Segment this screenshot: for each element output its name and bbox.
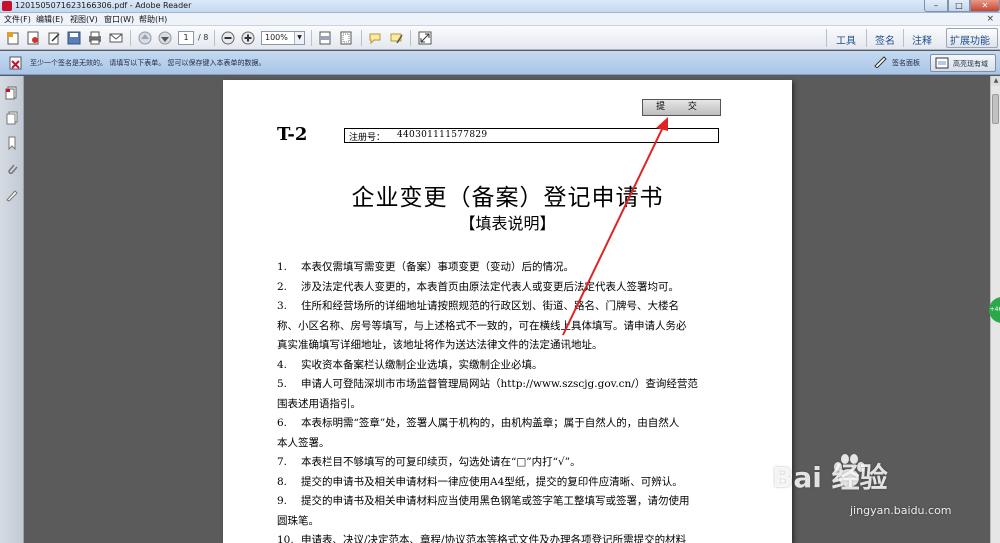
zoom-out-icon[interactable] [221, 31, 235, 45]
email-icon[interactable] [109, 31, 123, 45]
page-total: / 8 [198, 33, 209, 42]
highlight-fields-button[interactable]: 高亮现有域 [930, 54, 996, 72]
tab-extended[interactable]: 扩展功能 [950, 32, 990, 47]
instruction-line: 5. 申请人可登陆深圳市市场监督管理局网站（http://www.szscjg.g… [277, 378, 698, 390]
watermark-brand: Bai 经验 [772, 461, 888, 494]
pages-icon[interactable] [5, 111, 19, 125]
page-number-input[interactable]: 1 [178, 31, 194, 45]
title-bar: 1201505071623166306.pdf - Adobe Reader –… [0, 0, 1000, 13]
form-warning-icon [9, 56, 22, 70]
toolbar-separator [410, 30, 411, 46]
toolbar-separator [866, 29, 867, 47]
instructions-list: 1. 本表仅需填写需变更（备案）事项变更（变动）后的情况。 2. 涉及法定代表人变更… [277, 258, 747, 543]
form-message-bar: 至少一个签名是无效的。 请填写以下表单。 您可以保存键入本表单的数据。 签名面板… [0, 51, 1000, 75]
bookmark-icon[interactable] [5, 136, 19, 150]
scroll-thumb[interactable] [992, 94, 999, 124]
instruction-line: 10. 申请表、决议/决定范本、章程/协议范本等格式文件及办理各项登记所需提交的材… [277, 534, 687, 543]
form-message: 至少一个签名是无效的。 请填写以下表单。 您可以保存键入本表单的数据。 [30, 59, 266, 67]
menu-window[interactable]: 窗口(W) [104, 14, 134, 25]
save-icon[interactable] [67, 31, 81, 45]
instruction-line: 8. 提交的申请书及相关申请材料一律应使用A4型纸，提交的复印件应清晰、可辨认。 [277, 475, 683, 488]
adobe-reader-icon [2, 1, 12, 11]
menu-edit[interactable]: 编辑(E) [36, 14, 63, 25]
highlight-fields-icon [935, 57, 949, 69]
fit-width-icon[interactable] [318, 31, 332, 45]
zoom-value: 100% [265, 33, 288, 42]
toolbar-separator [214, 30, 215, 46]
toolbar-separator [130, 30, 131, 46]
navigation-pane [0, 76, 24, 543]
menu-bar: 文件(F) 编辑(E) 视图(V) 窗口(W) 帮助(H) × [0, 13, 1000, 26]
instruction-line: 真实准确填写详细地址，该地址将作为送达法律文件的法定通讯地址。 [277, 339, 603, 351]
baidu-jingyan-watermark: Bai 经验 jingyan.baidu.com [750, 448, 995, 543]
form-code: T-2 [277, 124, 308, 145]
submit-button[interactable]: 提 交 [642, 99, 721, 116]
tab-comment[interactable]: 注释 [912, 32, 932, 47]
instruction-line: 7. 本表栏目不够填写的可复印续页，勾选处请在“□”内打“√”。 [277, 456, 581, 468]
menu-view[interactable]: 视图(V) [70, 14, 98, 25]
instruction-line: 圆珠笔。 [277, 514, 319, 527]
print-icon[interactable] [88, 31, 102, 45]
next-page-icon[interactable] [158, 31, 172, 45]
previous-page-icon[interactable] [138, 31, 152, 45]
registration-number-field[interactable]: 注册号： 440301111577829 [344, 128, 719, 143]
chevron-down-icon[interactable]: ▼ [294, 32, 304, 44]
scroll-up-icon[interactable]: ▲ [991, 76, 1000, 86]
instruction-line: 本人签署。 [277, 436, 330, 449]
registration-value: 440301111577829 [397, 130, 488, 140]
create-icon[interactable] [6, 31, 20, 45]
signature-panel-button[interactable]: 签名面板 [870, 54, 928, 72]
expand-icon[interactable] [418, 31, 432, 45]
highlight-icon[interactable] [389, 31, 403, 45]
menu-help[interactable]: 帮助(H) [139, 14, 167, 25]
comment-icon[interactable] [368, 31, 382, 45]
edit-document-icon[interactable] [47, 31, 61, 45]
instruction-line: 6. 本表标明需“签章”处，签署人属于机构的，由机构盖章；属于自然人的，由自然人 [277, 417, 680, 429]
instruction-line: 9. 提交的申请书及相关申请材料应当使用黑色钢笔或签字笔工整填写或签署，请勿使用 [277, 495, 690, 507]
fit-page-icon[interactable] [339, 31, 353, 45]
registration-label: 注册号： [349, 133, 386, 143]
minimize-button[interactable]: – [924, 0, 948, 12]
toolbar-separator [903, 29, 904, 47]
signature-pen-icon [874, 56, 887, 68]
toolbar-separator [361, 30, 362, 46]
window-title: 1201505071623166306.pdf - Adobe Reader [15, 1, 192, 10]
instruction-line: 2. 涉及法定代表人变更的，本表首页由原法定代表人或变更后法定代表人签署均可。 [277, 280, 679, 293]
tab-tools[interactable]: 工具 [836, 32, 856, 47]
signature-icon[interactable] [5, 188, 19, 202]
instruction-line: 称、小区名称、房号等填写，与上述格式不一致的，可在横线上具体填写。请申请人务必 [277, 319, 687, 332]
toolbar: 1 / 8 100% ▼ 工具 签名 注释 扩展功能 [0, 26, 1000, 50]
instruction-line: 4. 实收资本备案栏认缴制企业选填，实缴制企业必填。 [277, 358, 543, 371]
maximize-button[interactable]: □ [948, 0, 970, 12]
toolbar-separator [311, 30, 312, 46]
document-close-icon[interactable]: × [986, 14, 994, 24]
instruction-line: 1. 本表仅需填写需变更（备案）事项变更（变动）后的情况。 [277, 261, 574, 273]
zoom-select[interactable]: 100% ▼ [261, 31, 305, 45]
tab-sign[interactable]: 签名 [875, 32, 895, 47]
toolbar-separator [826, 29, 827, 47]
document-subtitle: 【填表说明】 [459, 214, 556, 233]
close-button[interactable]: ✕ [970, 0, 1000, 12]
attachment-icon[interactable] [5, 162, 19, 176]
pdf-create-icon[interactable] [26, 31, 40, 45]
zoom-in-icon[interactable] [241, 31, 255, 45]
watermark-url: jingyan.baidu.com [850, 504, 952, 517]
menu-file[interactable]: 文件(F) [4, 14, 31, 25]
pdf-page: 提 交 T-2 注册号： 440301111577829 企业变更（备案）登记申… [223, 80, 792, 543]
instruction-line: 3. 住所和经营场所的详细地址请按照规范的行政区划、街道、路名、门牌号、大楼名 [277, 300, 679, 312]
page-thumbnails-icon[interactable] [5, 86, 19, 100]
document-title: 企业变更（备案）登记申请书 [351, 185, 664, 211]
instruction-line: 围表述用语指引。 [277, 397, 361, 410]
